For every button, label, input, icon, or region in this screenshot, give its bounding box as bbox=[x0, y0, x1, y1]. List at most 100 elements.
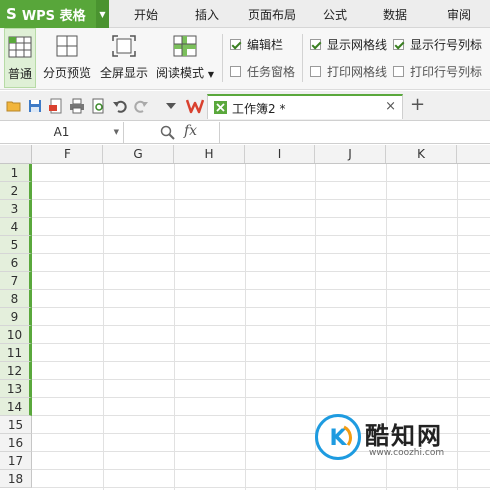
ribbon-divider bbox=[222, 34, 223, 82]
new-tab-button[interactable]: + bbox=[410, 94, 425, 116]
row-header[interactable]: 3 bbox=[0, 200, 32, 218]
row-header[interactable]: 5 bbox=[0, 236, 32, 254]
formula-input[interactable] bbox=[221, 122, 490, 143]
row-header[interactable]: 17 bbox=[0, 452, 32, 470]
grid-line bbox=[32, 379, 490, 380]
tab-formulas[interactable]: 公式 bbox=[312, 0, 358, 28]
row-header[interactable]: 4 bbox=[0, 218, 32, 236]
svg-text:K: K bbox=[329, 426, 347, 451]
tab-insert[interactable]: 插入 bbox=[182, 0, 232, 28]
page-break-icon bbox=[54, 34, 80, 58]
grid-line bbox=[32, 487, 490, 488]
column-header-g[interactable]: G bbox=[103, 145, 174, 163]
document-tab[interactable]: 工作簿2 * × bbox=[207, 94, 403, 119]
reading-mode-icon bbox=[172, 34, 198, 58]
spreadsheet-file-icon bbox=[214, 101, 227, 114]
grid-line bbox=[32, 325, 490, 326]
tab-review[interactable]: 审阅 bbox=[436, 0, 482, 28]
zoom-search-icon[interactable] bbox=[160, 125, 175, 140]
column-headers: F G H I J K bbox=[0, 145, 490, 164]
coozhi-logo-icon: K bbox=[315, 414, 361, 460]
reading-mode-label: 阅读模式 ▼ bbox=[156, 66, 214, 80]
row-header[interactable]: 13 bbox=[0, 380, 32, 398]
row-header[interactable]: 14 bbox=[0, 398, 32, 416]
undo-icon[interactable] bbox=[112, 98, 128, 114]
customize-toolbar-icon[interactable] bbox=[165, 101, 177, 111]
tab-data[interactable]: 数据 bbox=[372, 0, 418, 28]
checkbox-checked-icon bbox=[230, 38, 241, 50]
print-gridlines-checkbox[interactable]: 打印网格线 bbox=[310, 63, 387, 79]
site-watermark: K 酷知网 www.coozhi.com bbox=[315, 410, 465, 466]
row-header[interactable]: 16 bbox=[0, 434, 32, 452]
grid-line bbox=[174, 164, 175, 490]
grid-line bbox=[32, 253, 490, 254]
reading-mode-button[interactable]: 阅读模式 ▼ bbox=[156, 28, 214, 88]
checkbox-checked-icon bbox=[310, 38, 321, 50]
full-screen-button[interactable]: 全屏显示 bbox=[98, 28, 150, 88]
formula-bar-checkbox[interactable]: 编辑栏 bbox=[230, 36, 283, 52]
open-folder-icon[interactable] bbox=[6, 98, 22, 114]
close-tab-icon[interactable]: × bbox=[385, 99, 396, 114]
ribbon-divider bbox=[302, 34, 303, 82]
name-box[interactable]: A1 ▼ bbox=[0, 122, 124, 143]
column-header-f[interactable]: F bbox=[33, 145, 103, 163]
row-header[interactable]: 8 bbox=[0, 290, 32, 308]
row-header[interactable]: 18 bbox=[0, 470, 32, 488]
formula-tools: fx bbox=[124, 122, 220, 143]
checkbox-checked-icon bbox=[393, 38, 404, 50]
menu-bar: S WPS 表格 ▼ 开始 插入 页面布局 公式 数据 审阅 bbox=[0, 0, 490, 28]
task-pane-checkbox[interactable]: 任务窗格 bbox=[230, 63, 295, 79]
tab-page-layout[interactable]: 页面布局 bbox=[240, 0, 304, 28]
normal-view-button[interactable]: 普通 bbox=[4, 28, 36, 88]
quick-access-toolbar: 工作簿2 * × + bbox=[0, 91, 490, 121]
checkbox-unchecked-icon bbox=[310, 65, 321, 77]
row-header[interactable]: 10 bbox=[0, 326, 32, 344]
chevron-down-icon[interactable]: ▼ bbox=[114, 122, 119, 143]
page-break-preview-button[interactable]: 分页预览 bbox=[42, 28, 92, 88]
column-header-k[interactable]: K bbox=[386, 145, 457, 163]
normal-view-label: 普通 bbox=[7, 67, 32, 81]
select-all-corner[interactable] bbox=[0, 145, 32, 163]
grid-line bbox=[103, 164, 104, 490]
grid-line bbox=[245, 164, 246, 490]
grid-view-icon bbox=[7, 35, 33, 59]
row-header[interactable]: 12 bbox=[0, 362, 32, 380]
print-preview-icon[interactable] bbox=[90, 98, 106, 114]
column-header-l[interactable] bbox=[457, 145, 490, 163]
grid-line bbox=[32, 199, 490, 200]
app-menu-button[interactable]: S WPS 表格 bbox=[0, 0, 96, 28]
insert-function-icon[interactable]: fx bbox=[184, 123, 197, 139]
column-header-i[interactable]: I bbox=[245, 145, 315, 163]
show-gridlines-checkbox[interactable]: 显示网格线 bbox=[310, 36, 387, 52]
document-title: 工作簿2 * bbox=[232, 102, 286, 116]
wps-w-logo-icon[interactable] bbox=[186, 97, 204, 115]
row-header[interactable]: 7 bbox=[0, 272, 32, 290]
show-headings-checkbox[interactable]: 显示行号列标 bbox=[393, 36, 482, 52]
app-dropdown-icon[interactable]: ▼ bbox=[96, 0, 109, 28]
page-break-label: 分页预览 bbox=[42, 66, 91, 80]
redo-icon[interactable] bbox=[133, 98, 149, 114]
watermark-url: www.coozhi.com bbox=[369, 448, 445, 458]
chevron-down-icon: ▼ bbox=[207, 70, 214, 79]
checkbox-unchecked-icon bbox=[230, 65, 241, 77]
full-screen-icon bbox=[111, 34, 137, 58]
column-header-h[interactable]: H bbox=[174, 145, 245, 163]
grid-line bbox=[32, 469, 490, 470]
full-screen-label: 全屏显示 bbox=[99, 66, 148, 80]
grid-line bbox=[32, 307, 490, 308]
export-pdf-icon[interactable] bbox=[48, 98, 64, 114]
print-headings-checkbox[interactable]: 打印行号列标 bbox=[393, 63, 482, 79]
row-header[interactable]: 6 bbox=[0, 254, 32, 272]
row-header[interactable]: 1 bbox=[0, 164, 32, 182]
column-header-j[interactable]: J bbox=[315, 145, 386, 163]
save-icon[interactable] bbox=[27, 98, 43, 114]
tab-start[interactable]: 开始 bbox=[121, 0, 171, 28]
grid-line bbox=[32, 397, 490, 398]
grid-line bbox=[32, 343, 490, 344]
row-header[interactable]: 2 bbox=[0, 182, 32, 200]
row-header[interactable]: 9 bbox=[0, 308, 32, 326]
row-header[interactable]: 15 bbox=[0, 416, 32, 434]
row-header[interactable]: 11 bbox=[0, 344, 32, 362]
print-icon[interactable] bbox=[69, 98, 85, 114]
wps-logo-icon: S bbox=[6, 5, 17, 23]
